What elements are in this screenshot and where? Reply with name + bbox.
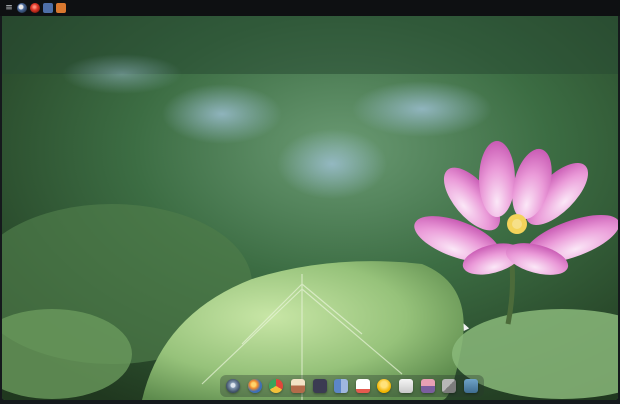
photo-viewer-icon[interactable] (290, 379, 305, 393)
desktop-wallpaper (2, 14, 618, 400)
menu-icon[interactable]: ≡ (4, 3, 14, 13)
file-manager-icon[interactable] (334, 379, 349, 393)
top-panel: ≡ (0, 0, 620, 16)
window-icon[interactable] (43, 3, 53, 13)
red-app-icon[interactable] (30, 3, 40, 13)
top-panel-tray: ≡ (4, 3, 66, 13)
display-settings-icon[interactable] (463, 379, 478, 393)
launcher-icon[interactable] (226, 379, 240, 393)
chrome-icon[interactable] (269, 379, 284, 393)
firefox-icon[interactable] (247, 379, 262, 393)
media-player-icon[interactable] (420, 379, 435, 393)
terminal-icon[interactable] (312, 379, 327, 393)
dock (220, 375, 484, 397)
orange-app-icon[interactable] (56, 3, 66, 13)
browser-icon[interactable] (17, 3, 27, 13)
desktop-screen: ≡ (0, 0, 620, 404)
settings-tools-icon[interactable] (442, 379, 457, 393)
document-viewer-icon[interactable] (399, 379, 413, 393)
notes-icon[interactable] (355, 379, 370, 393)
chat-icon[interactable] (377, 379, 392, 393)
